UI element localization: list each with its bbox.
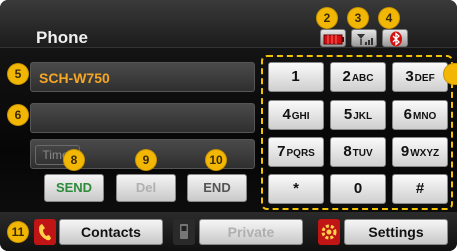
key-3-letters: DEF bbox=[414, 73, 435, 84]
key-0-number: 0 bbox=[353, 180, 363, 197]
key-6[interactable]: 6MNO bbox=[392, 100, 448, 130]
key-hash[interactable]: # bbox=[392, 174, 448, 204]
key-1[interactable]: 1 bbox=[268, 62, 324, 92]
key-8-number: 8 bbox=[343, 143, 352, 160]
number-display: SCH-W750 bbox=[30, 62, 255, 92]
callout-3: 3 bbox=[348, 8, 368, 28]
key-star[interactable]: * bbox=[268, 174, 324, 204]
key-4[interactable]: 4GHI bbox=[268, 100, 324, 130]
private-button[interactable]: Private bbox=[199, 219, 303, 245]
key-2-letters: ABC bbox=[351, 73, 374, 84]
number-input-field[interactable] bbox=[30, 103, 255, 133]
key-hash-symbol: # bbox=[415, 180, 425, 197]
key-4-number: 4 bbox=[282, 106, 291, 123]
page-title: Phone bbox=[36, 28, 88, 47]
signal-icon bbox=[351, 29, 377, 47]
key-9-number: 9 bbox=[400, 143, 410, 160]
key-5-number: 5 bbox=[343, 106, 353, 123]
key-0[interactable]: 0 bbox=[330, 174, 386, 204]
key-7-number: 7 bbox=[277, 143, 286, 160]
delete-button[interactable]: Del bbox=[116, 174, 176, 202]
settings-button[interactable]: Settings bbox=[344, 219, 448, 245]
key-9-letters: WXYZ bbox=[410, 148, 440, 159]
key-7[interactable]: 7PQRS bbox=[268, 137, 324, 167]
key-9[interactable]: 9WXYZ bbox=[392, 137, 448, 167]
callout-5: 5 bbox=[8, 64, 28, 84]
callout-11: 11 bbox=[8, 222, 28, 242]
callout-2: 2 bbox=[317, 8, 337, 28]
key-5-letters: JKL bbox=[353, 111, 373, 122]
key-5[interactable]: 5JKL bbox=[330, 100, 386, 130]
key-6-letters: MNO bbox=[413, 111, 437, 122]
bluetooth-icon bbox=[382, 29, 408, 47]
phone-handset-icon bbox=[34, 219, 56, 245]
key-3[interactable]: 3DEF bbox=[392, 62, 448, 92]
key-2-number: 2 bbox=[342, 68, 351, 85]
gear-icon bbox=[318, 219, 340, 245]
callout-8: 8 bbox=[64, 150, 84, 170]
key-3-number: 3 bbox=[405, 68, 414, 85]
send-button[interactable]: SEND bbox=[44, 174, 104, 202]
key-8-letters: TUV bbox=[352, 148, 373, 159]
key-8[interactable]: 8TUV bbox=[330, 137, 386, 167]
key-4-letters: GHI bbox=[291, 111, 310, 122]
callout-10: 10 bbox=[206, 150, 226, 170]
key-star-symbol: * bbox=[293, 180, 299, 197]
private-phone-icon bbox=[173, 219, 195, 245]
callout-4: 4 bbox=[379, 8, 399, 28]
end-button[interactable]: END bbox=[187, 174, 247, 202]
callout-6: 6 bbox=[8, 105, 28, 125]
dialed-number: SCH-W750 bbox=[39, 70, 110, 86]
key-2[interactable]: 2ABC bbox=[330, 62, 386, 92]
callout-9: 9 bbox=[136, 150, 156, 170]
battery-icon bbox=[320, 29, 346, 47]
key-1-number: 1 bbox=[291, 68, 300, 85]
callout-7-partial bbox=[444, 64, 457, 84]
phone-screen: Phone 2 3 4 5 6 8 9 10 11 SCH-W750 Timer… bbox=[0, 0, 457, 251]
key-7-letters: PQRS bbox=[286, 148, 315, 159]
contacts-button[interactable]: Contacts bbox=[59, 219, 163, 245]
key-6-number: 6 bbox=[403, 106, 412, 123]
